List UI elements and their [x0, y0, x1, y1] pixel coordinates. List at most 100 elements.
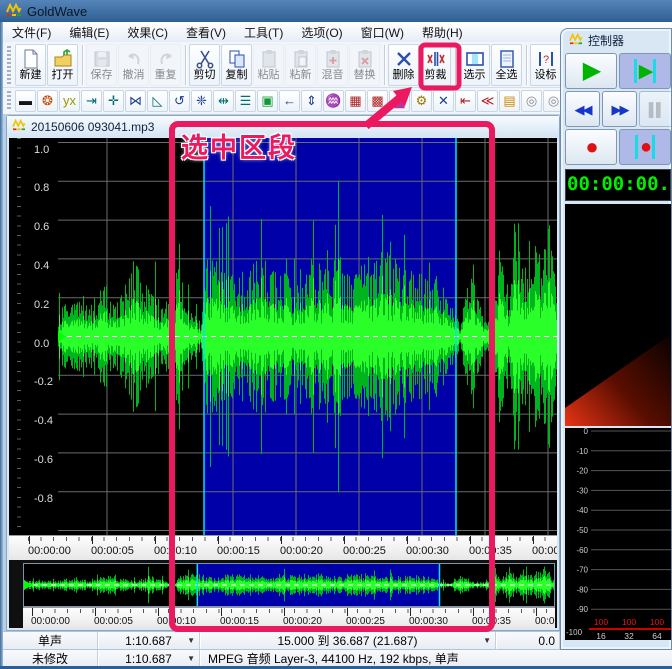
- amplitude-label: 1.0: [34, 144, 49, 156]
- record-button-icon: ●: [585, 136, 596, 158]
- controller-title: 控制器: [588, 32, 624, 49]
- mixer-icon[interactable]: ☰: [235, 90, 256, 112]
- controller-window: 控制器 ▶▶▶◀◀▶▶▌▌●●● 00:00:00.0 0-10-20-30-4…: [560, 28, 672, 650]
- fast-forward-button-icon: ▶▶: [612, 103, 628, 116]
- svg-text:-80: -80: [576, 585, 588, 594]
- time-tick: [470, 536, 471, 544]
- menu-item-2[interactable]: 效果(C): [118, 22, 177, 43]
- menu-item-3[interactable]: 查看(V): [177, 22, 235, 43]
- cut-button[interactable]: 剪切: [189, 44, 220, 86]
- waveform-display[interactable]: [58, 138, 557, 535]
- time-label: 00:00:30: [406, 545, 449, 557]
- overview-panel[interactable]: [23, 563, 555, 607]
- zoom-a-icon[interactable]: ◎: [521, 90, 542, 112]
- document-titlebar[interactable]: 20150606 093041.mp3: [7, 116, 559, 137]
- rewind-button[interactable]: ◀◀: [565, 91, 600, 127]
- spectrum-meter-graph: 0-10-20-30-40-50-60-70-80-90-10010010010…: [565, 428, 671, 640]
- new-file-button[interactable]: 新建: [15, 44, 46, 86]
- open-folder-button[interactable]: 打开: [47, 44, 78, 86]
- record-button[interactable]: ●: [565, 129, 617, 165]
- vertical-zoom-icon[interactable]: ⇕: [301, 90, 322, 112]
- chevron-down-icon[interactable]: ▼: [187, 654, 195, 663]
- resample-icon[interactable]: ⇹: [213, 90, 234, 112]
- menu-item-5[interactable]: 选项(O): [292, 22, 351, 43]
- seek-end-icon[interactable]: ⇥: [81, 90, 102, 112]
- delete-button[interactable]: 删除: [388, 44, 419, 86]
- time-label: 00:00:15: [220, 616, 259, 627]
- svg-text:16: 16: [596, 631, 606, 640]
- zoom-fit-icon[interactable]: ✛: [103, 90, 124, 112]
- select-all-icon: [497, 49, 517, 69]
- toolbar-button-label: 粘新: [290, 69, 312, 81]
- flanger-icon[interactable]: ❈: [191, 90, 212, 112]
- select-all-button[interactable]: 全选: [491, 44, 522, 86]
- menu-item-6[interactable]: 窗口(W): [352, 22, 413, 43]
- equalizer-icon[interactable]: ♒: [323, 90, 344, 112]
- time-tick: [347, 608, 348, 616]
- menu-item-7[interactable]: 帮助(H): [413, 22, 472, 43]
- window-title: GoldWave: [27, 4, 87, 19]
- selection-dropdown[interactable]: 15.000 到 36.687 (21.687) ▼: [200, 632, 496, 649]
- fast-forward-button[interactable]: ▶▶: [602, 91, 637, 127]
- time-display: 00:00:00.0: [565, 169, 671, 201]
- main-titlebar[interactable]: GoldWave: [0, 0, 672, 22]
- play-selection-button[interactable]: ▶: [619, 53, 671, 89]
- color-settings-icon[interactable]: ❂: [37, 90, 58, 112]
- trim-button[interactable]: 剪裁: [420, 44, 451, 86]
- envelope-icon[interactable]: ◺: [147, 90, 168, 112]
- reverse-icon[interactable]: ↺: [169, 90, 190, 112]
- amplitude-label: -0.6: [34, 454, 53, 466]
- length-dropdown-2[interactable]: 1:10.687 ▼: [98, 650, 200, 667]
- pause-button: ▌▌: [639, 91, 672, 127]
- previous-icon[interactable]: ←: [279, 90, 300, 112]
- length-dropdown[interactable]: 1:10.687 ▼: [98, 632, 200, 649]
- copy-icon: [227, 49, 247, 69]
- play-button[interactable]: ▶: [565, 53, 617, 89]
- document-title: 20150606 093041.mp3: [31, 120, 154, 134]
- copy-button[interactable]: 复制: [221, 44, 252, 86]
- time-tick: [218, 536, 219, 544]
- time-label: 00:00:40: [535, 616, 555, 627]
- amplitude-label: 0.4: [34, 260, 49, 272]
- paste-button: 粘贴: [253, 44, 284, 86]
- expression-evaluator-icon[interactable]: yx: [59, 90, 80, 112]
- settings-icon[interactable]: ⚙: [411, 90, 432, 112]
- seek-start-icon[interactable]: ⇤: [455, 90, 476, 112]
- save-icon: [92, 49, 112, 69]
- toolbar-separator: [185, 45, 186, 85]
- playback-device-icon[interactable]: ▬: [15, 90, 36, 112]
- bands-icon[interactable]: ▤: [499, 90, 520, 112]
- replace-icon: [355, 49, 375, 69]
- crossed-tools-icon[interactable]: ✕: [433, 90, 454, 112]
- window-left-border: [0, 22, 3, 669]
- overview-time-axis: 00:00:0000:00:0500:00:1000:00:1500:00:20…: [23, 607, 555, 628]
- maximize-view-icon[interactable]: ▣: [257, 90, 278, 112]
- cut-marks-icon[interactable]: ≪: [477, 90, 498, 112]
- menu-item-0[interactable]: 文件(F): [3, 22, 60, 43]
- time-tick: [281, 536, 282, 544]
- pause-button-icon: ▌▌: [649, 103, 663, 116]
- svg-text:-20: -20: [576, 467, 588, 476]
- menu-item-1[interactable]: 编辑(E): [60, 22, 118, 43]
- matrix-b-icon[interactable]: ▩: [367, 90, 388, 112]
- chevron-down-icon[interactable]: ▼: [483, 636, 491, 645]
- svg-text:?: ?: [543, 54, 549, 66]
- toolbar-button-label: 删除: [393, 69, 415, 81]
- svg-text:64: 64: [652, 631, 662, 640]
- amplitude-axis: 1.00.80.60.40.20.0-0.2-0.4-0.6-0.8: [9, 138, 58, 535]
- svg-text:32: 32: [624, 631, 634, 640]
- menu-item-4[interactable]: 工具(T): [235, 22, 292, 43]
- wave-shape-icon[interactable]: ⋈: [125, 90, 146, 112]
- controller-titlebar[interactable]: 控制器: [561, 29, 671, 51]
- replace-button: 替换: [349, 44, 380, 86]
- chevron-down-icon[interactable]: ▼: [187, 636, 195, 645]
- matrix-a-icon[interactable]: ▦: [345, 90, 366, 112]
- overview-waveform[interactable]: [24, 564, 554, 606]
- record-selection-button[interactable]: ●: [619, 129, 671, 165]
- sel-view-button[interactable]: 选示: [459, 44, 490, 86]
- time-label: 00:00:20: [283, 616, 322, 627]
- rainbow-bar-icon[interactable]: ▅: [389, 90, 410, 112]
- set-marker-button[interactable]: ?设标: [530, 44, 561, 86]
- time-tick: [407, 536, 408, 544]
- goldwave-icon: [12, 119, 26, 134]
